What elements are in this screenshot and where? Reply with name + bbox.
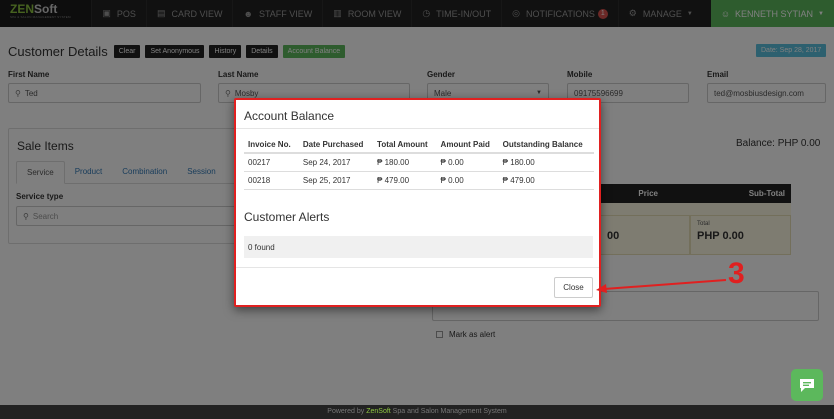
col-amount-paid: Amount Paid bbox=[436, 137, 499, 154]
modal-divider bbox=[236, 128, 599, 129]
cell-total-amount: ₱ 479.00 bbox=[373, 171, 437, 190]
annotation-arrow-icon bbox=[596, 279, 727, 293]
cell-amount-paid: ₱ 0.00 bbox=[436, 153, 499, 172]
account-balance-modal: Account Balance Invoice No. Date Purchas… bbox=[234, 98, 601, 307]
balance-table: Invoice No. Date Purchased Total Amount … bbox=[244, 137, 594, 190]
col-total-amount: Total Amount bbox=[373, 137, 437, 154]
chat-button[interactable] bbox=[791, 369, 823, 401]
modal-footer-divider bbox=[236, 267, 599, 268]
cell-date-purchased: Sep 25, 2017 bbox=[298, 171, 374, 190]
alerts-count-text: 0 found bbox=[248, 242, 275, 252]
footer-prefix: Powered by bbox=[327, 408, 367, 415]
footer-brand[interactable]: ZenSoft bbox=[366, 408, 391, 415]
cell-outstanding-balance: ₱ 180.00 bbox=[498, 153, 594, 172]
chat-bubble-icon bbox=[800, 379, 814, 392]
close-button[interactable]: Close bbox=[554, 277, 593, 298]
cell-total-amount: ₱ 180.00 bbox=[373, 153, 437, 172]
table-row: 00217 Sep 24, 2017 ₱ 180.00 ₱ 0.00 ₱ 180… bbox=[244, 153, 594, 172]
col-invoice-no: Invoice No. bbox=[244, 137, 299, 154]
col-outstanding-balance: Outstanding Balance bbox=[498, 137, 594, 154]
table-row: 00218 Sep 25, 2017 ₱ 479.00 ₱ 0.00 ₱ 479… bbox=[244, 171, 594, 190]
cell-amount-paid: ₱ 0.00 bbox=[436, 171, 499, 190]
footer-suffix: Spa and Salon Management System bbox=[390, 408, 507, 415]
modal-title: Account Balance bbox=[244, 109, 335, 123]
customer-alerts-box: 0 found bbox=[244, 236, 593, 258]
cell-invoice-no: 00218 bbox=[244, 171, 299, 190]
cell-outstanding-balance: ₱ 479.00 bbox=[498, 171, 594, 190]
table-header-row: Invoice No. Date Purchased Total Amount … bbox=[244, 137, 594, 154]
col-date-purchased: Date Purchased bbox=[298, 137, 374, 154]
customer-alerts-title: Customer Alerts bbox=[244, 210, 330, 224]
cell-invoice-no: 00217 bbox=[244, 153, 299, 172]
footer: Powered by ZenSoft Spa and Salon Managem… bbox=[0, 405, 834, 419]
cell-date-purchased: Sep 24, 2017 bbox=[298, 153, 374, 172]
